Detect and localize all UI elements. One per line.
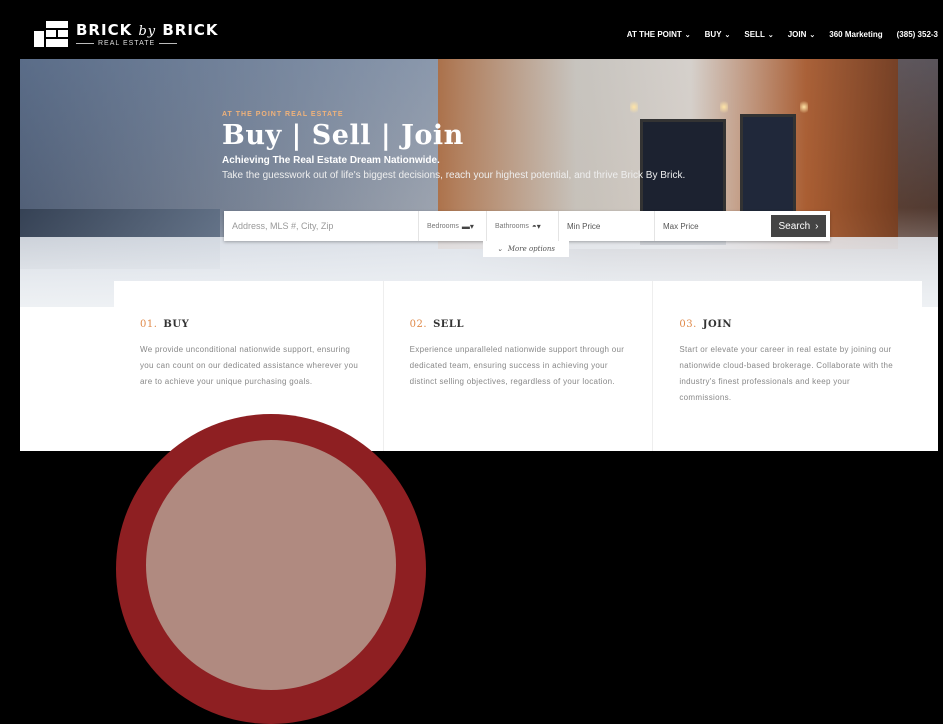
brick-logo-icon <box>34 21 68 47</box>
card-number: 03. <box>679 319 697 330</box>
card-title: BUY <box>163 319 190 330</box>
site-header: BRICK by BRICK REAL ESTATE AT THE POINT ⌄… <box>20 13 938 59</box>
hero-section: AT THE POINT REAL ESTATE Buy | Sell | Jo… <box>20 59 938 307</box>
main-nav: AT THE POINT ⌄ BUY ⌄ SELL ⌄ JOIN ⌄ 360 Marke… <box>627 30 938 39</box>
hero-title: Buy | Sell | Join <box>222 120 464 151</box>
nav-item-phone[interactable]: (385) 352-3 <box>897 30 938 39</box>
bed-icon: ▬▾ <box>461 221 474 231</box>
nav-item-join[interactable]: JOIN ⌄ <box>788 30 816 39</box>
profile-photo <box>146 440 396 690</box>
device-frame: BRICK by BRICK REAL ESTATE AT THE POINT ⌄… <box>0 0 943 724</box>
chevron-down-icon: ⌄ <box>767 32 774 39</box>
brand-name-by: by <box>138 24 157 39</box>
card-title: SELL <box>433 319 464 330</box>
hero-eyebrow: AT THE POINT REAL ESTATE <box>222 111 344 118</box>
brand-name-part2: BRICK <box>162 21 219 39</box>
hero-tagline: Take the guesswork out of life's biggest… <box>222 170 686 181</box>
max-price-input[interactable]: Max Price <box>655 211 755 241</box>
brand-subtitle: REAL ESTATE <box>98 40 156 47</box>
card-body: Start or elevate your career in real est… <box>679 345 894 402</box>
hero-text-block: AT THE POINT REAL ESTATE Buy | Sell | Jo… <box>222 111 685 181</box>
nav-item-360-marketing[interactable]: 360 Marketing <box>829 30 882 39</box>
card-number: 01. <box>140 319 158 330</box>
browser-viewport: BRICK by BRICK REAL ESTATE AT THE POINT ⌄… <box>20 13 938 451</box>
chevron-down-icon: ⌄ <box>724 32 731 39</box>
card-body: We provide unconditional nationwide supp… <box>140 345 359 386</box>
address-search-input[interactable]: Address, MLS #, City, Zip <box>224 211 419 241</box>
nav-item-at-the-point[interactable]: AT THE POINT ⌄ <box>627 30 691 39</box>
card-join: 03. JOIN Start or elevate your career in… <box>653 281 922 451</box>
more-options-toggle[interactable]: ⌄ More options <box>483 241 569 257</box>
min-price-input[interactable]: Min Price <box>559 211 655 241</box>
card-body: Experience unparalleled nationwide suppo… <box>409 345 625 386</box>
chevron-down-icon: ⌄ <box>684 32 691 39</box>
bathtub-icon: ◓▾ <box>531 221 541 231</box>
nav-item-sell[interactable]: SELL ⌄ <box>744 30 773 39</box>
search-button[interactable]: Search › <box>771 215 826 237</box>
card-title: JOIN <box>702 319 732 330</box>
card-number: 02. <box>409 319 428 330</box>
brand-name-part1: BRICK <box>76 21 133 39</box>
card-sell: 02. SELL Experience unparalleled nationw… <box>384 281 654 451</box>
hero-subtitle: Achieving The Real Estate Dream Nationwi… <box>222 155 440 166</box>
property-search-bar: Address, MLS #, City, Zip Bedrooms ▬▾ Ba… <box>224 211 830 241</box>
chevron-right-icon: › <box>815 220 819 232</box>
nav-item-buy[interactable]: BUY ⌄ <box>705 30 731 39</box>
bathrooms-select[interactable]: Bathrooms ◓▾ <box>487 211 559 241</box>
bedrooms-select[interactable]: Bedrooms ▬▾ <box>419 211 487 241</box>
brand-wordmark: BRICK by BRICK REAL ESTATE <box>76 21 219 47</box>
brand-logo[interactable]: BRICK by BRICK REAL ESTATE <box>34 21 219 47</box>
chevron-down-icon: ⌄ <box>809 32 816 39</box>
chevron-down-icon: ⌄ <box>496 245 503 253</box>
